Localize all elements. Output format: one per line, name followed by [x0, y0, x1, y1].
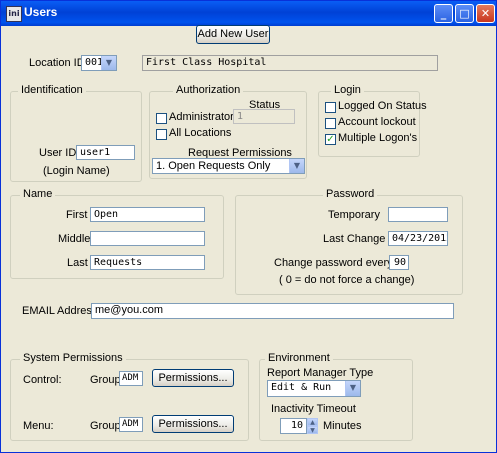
temporary-password-field[interactable] — [388, 207, 448, 222]
account-lockout-checkbox[interactable] — [325, 118, 336, 129]
last-change-label: Last Change — [323, 233, 386, 245]
maximize-button[interactable]: □ — [455, 4, 474, 23]
logged-on-status-checkbox[interactable] — [325, 102, 336, 113]
inactivity-timeout-label: Inactivity Timeout — [271, 403, 356, 415]
system-permissions-legend: System Permissions — [20, 352, 126, 364]
status-field: 1 — [233, 109, 295, 124]
name-legend: Name — [20, 188, 56, 200]
multiple-logons-label: Multiple Logon's — [338, 132, 418, 144]
login-legend: Login — [331, 84, 364, 96]
control-label: Control: — [23, 374, 62, 386]
menu-label: Menu: — [23, 420, 54, 432]
email-field[interactable]: me@you.com — [91, 303, 454, 319]
report-manager-select[interactable]: Edit & Run ▼ — [267, 380, 361, 397]
login-name-label: (Login Name) — [43, 165, 110, 177]
control-group-label: Group — [90, 374, 121, 386]
request-permissions-value: 1. Open Requests Only — [156, 160, 271, 172]
temporary-label: Temporary — [328, 209, 380, 221]
logged-on-status-label: Logged On Status — [338, 100, 427, 112]
chevron-down-icon[interactable]: ▼ — [289, 159, 304, 173]
first-name-field[interactable]: Open — [90, 207, 205, 222]
title-bar[interactable]: ini Users _ □ ✕ — [1, 1, 496, 26]
first-name-label: First — [66, 209, 88, 221]
user-id-field[interactable]: user1 — [76, 145, 135, 160]
environment-legend: Environment — [265, 352, 333, 364]
report-manager-label: Report Manager Type — [267, 367, 374, 379]
location-id-label: Location ID — [29, 57, 85, 69]
user-id-label: User ID — [39, 147, 77, 159]
all-locations-label: All Locations — [169, 127, 232, 139]
administrator-label: Administrator — [169, 111, 234, 123]
users-window: ini Users _ □ ✕ Add New User Location ID… — [0, 0, 497, 453]
minimize-button[interactable]: _ — [434, 4, 453, 23]
app-window-icon: ini — [6, 6, 22, 22]
add-new-user-button[interactable]: Add New User — [196, 25, 270, 44]
window-title: Users — [24, 5, 58, 19]
menu-group-field[interactable]: ADM — [119, 417, 143, 432]
password-note: ( 0 = do not force a change) — [279, 274, 415, 286]
menu-permissions-button[interactable]: Permissions... — [152, 415, 234, 433]
change-every-label: Change password every — [274, 257, 393, 269]
last-name-label: Last — [67, 257, 88, 269]
minutes-label: Minutes — [323, 420, 362, 432]
close-button[interactable]: ✕ — [476, 4, 495, 23]
location-name-field: First Class Hospital — [142, 55, 438, 71]
authorization-legend: Authorization — [173, 84, 244, 96]
last-change-field[interactable]: 04/23/2012 — [388, 231, 448, 246]
multiple-logons-checkbox[interactable]: ✓ — [325, 134, 336, 145]
chevron-down-icon[interactable]: ▼ — [345, 381, 360, 396]
spin-down-icon[interactable]: ▼ — [307, 426, 318, 434]
spin-up-icon[interactable]: ▲ — [307, 418, 318, 426]
chevron-down-icon[interactable]: ▼ — [101, 56, 116, 70]
control-permissions-button[interactable]: Permissions... — [152, 369, 234, 387]
menu-group-label: Group — [90, 420, 121, 432]
control-group-field[interactable]: ADM — [119, 371, 143, 386]
email-label: EMAIL Address — [22, 305, 98, 317]
inactivity-timeout-field[interactable]: 10 — [280, 418, 307, 434]
check-mark-icon: ✓ — [326, 134, 335, 145]
account-lockout-label: Account lockout — [338, 116, 416, 128]
report-manager-value: Edit & Run — [271, 382, 332, 393]
change-every-field[interactable]: 90 — [389, 255, 409, 270]
middle-name-field[interactable] — [90, 231, 205, 246]
last-name-field[interactable]: Requests — [90, 255, 205, 270]
all-locations-checkbox[interactable] — [156, 129, 167, 140]
password-legend: Password — [323, 188, 378, 200]
identification-legend: Identification — [18, 84, 86, 96]
administrator-checkbox[interactable] — [156, 113, 167, 124]
request-permissions-select[interactable]: 1. Open Requests Only ▼ — [152, 158, 305, 174]
middle-name-label: Middle — [58, 233, 91, 245]
location-id-select[interactable]: 001 ▼ — [81, 55, 117, 71]
